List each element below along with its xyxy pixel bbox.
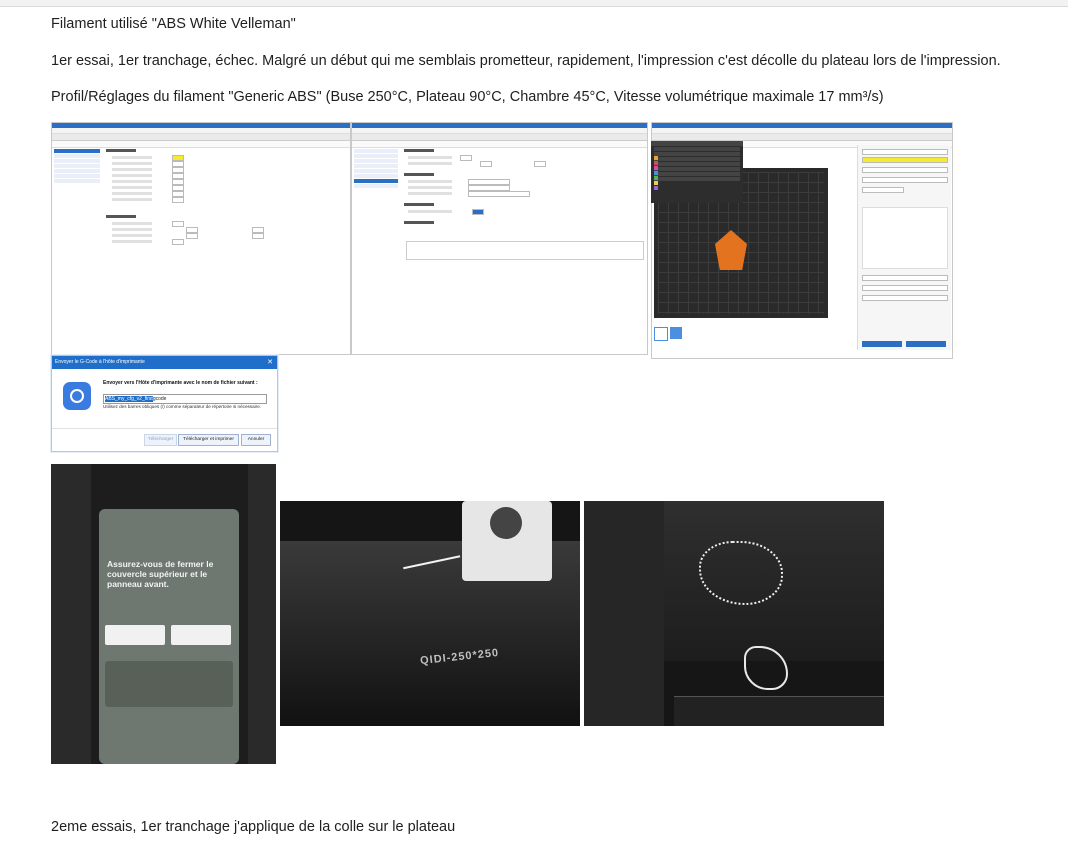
- slicer-toolbar: [52, 141, 350, 148]
- slicer-tabbar: [52, 134, 350, 141]
- paragraph-filament: Filament utilisé "ABS White Velleman": [51, 16, 296, 32]
- print-head: [462, 501, 552, 581]
- browser-top-edge: [0, 0, 1068, 7]
- printer-screen-button-left: [105, 625, 165, 645]
- slicer-sidebar: [54, 149, 100, 184]
- dialog-prompt: Envoyer vers l'Hôte d'imprimante avec le…: [103, 380, 258, 386]
- printer-screen-message: Assurez-vous de fermer le couvercle supé…: [107, 559, 214, 589]
- photo-print-head: QIDI-250*250: [280, 501, 580, 726]
- photo-failed-print: [584, 501, 884, 726]
- layer-view-icon: [670, 327, 682, 339]
- dialog-divider: [52, 428, 277, 429]
- upload-and-print-button[interactable]: Télécharger et imprimer: [178, 434, 239, 446]
- layer-legend-panel: [651, 141, 743, 203]
- upload-button[interactable]: Télécharger: [144, 434, 177, 446]
- send-gcode-dialog: Envoyer le G-Code à l'hôte d'imprimante …: [51, 355, 278, 452]
- printer-screen-button-right: [171, 625, 231, 645]
- printer-host-icon: [63, 382, 91, 410]
- cube-view-icon: [654, 327, 668, 341]
- slicer-screenshot-printer: [351, 122, 648, 355]
- dialog-title: Envoyer le G-Code à l'hôte d'imprimante …: [52, 356, 277, 369]
- printer-screen: Assurez-vous de fermer le couvercle supé…: [99, 509, 239, 764]
- dialog-hint: Utilisez des barres obliques (/) comme s…: [103, 404, 262, 409]
- photo-printer-screen: Assurez-vous de fermer le couvercle supé…: [51, 464, 276, 764]
- slicer-screenshot-filament: [51, 122, 351, 355]
- close-icon[interactable]: ✕: [267, 356, 273, 369]
- filename-input[interactable]: ABS_my_cfg_v2_firstgcode: [103, 394, 267, 404]
- cancel-button[interactable]: Annuler: [241, 434, 271, 446]
- paragraph-profil: Profil/Réglages du filament "Generic ABS…: [51, 89, 884, 105]
- paragraph-essai-1: 1er essai, 1er tranchage, échec. Malgré …: [51, 53, 1001, 69]
- paragraph-essai-2: 2eme essais, 1er tranchage j'applique de…: [51, 819, 456, 835]
